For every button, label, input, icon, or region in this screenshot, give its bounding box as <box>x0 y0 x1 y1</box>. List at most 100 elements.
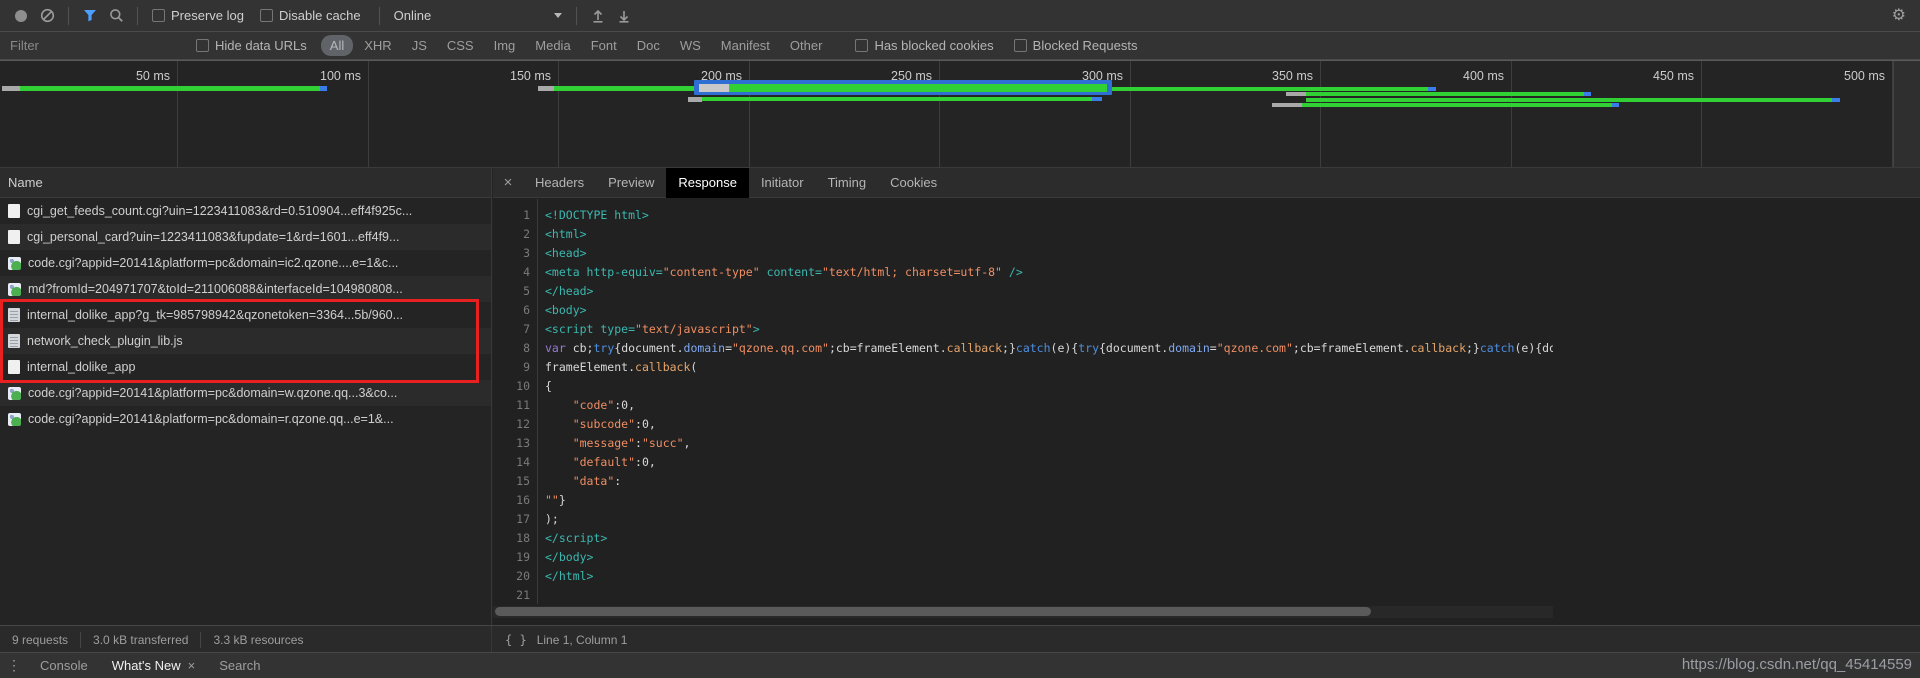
throttling-select[interactable]: Online <box>394 8 562 23</box>
filter-type-manifest[interactable]: Manifest <box>712 35 779 56</box>
blocked-requests-checkbox[interactable] <box>1014 39 1027 52</box>
horizontal-scrollbar[interactable] <box>493 606 1553 618</box>
code-token: "data" <box>573 474 615 488</box>
import-har-button[interactable] <box>585 3 611 29</box>
code-line: frameElement.callback( <box>545 358 1553 377</box>
code-token: { <box>545 379 552 393</box>
line-number: 4 <box>493 263 530 282</box>
export-har-button[interactable] <box>611 3 637 29</box>
code-line: "subcode":0, <box>545 415 1553 434</box>
preserve-log-checkbox[interactable] <box>152 9 165 22</box>
code-line: </script> <box>545 529 1553 548</box>
code-token: frameElement. <box>545 360 635 374</box>
doc-file-icon <box>8 204 20 218</box>
filter-type-doc[interactable]: Doc <box>628 35 669 56</box>
filter-type-font[interactable]: Font <box>582 35 626 56</box>
hide-data-urls-option[interactable]: Hide data URLs <box>196 38 307 53</box>
code-token: ;} <box>1002 341 1016 355</box>
timeline-gridline <box>1511 61 1512 168</box>
tab-response[interactable]: Response <box>666 168 749 198</box>
code-line: "data": <box>545 472 1553 491</box>
code-token: = <box>1210 341 1217 355</box>
tab-preview[interactable]: Preview <box>596 168 666 198</box>
response-source-viewer[interactable]: 123456789101112131415161718192021 <!DOCT… <box>493 199 1553 604</box>
filter-input[interactable] <box>10 38 170 53</box>
filter-type-other[interactable]: Other <box>781 35 832 56</box>
search-button[interactable] <box>103 3 129 29</box>
filter-type-js[interactable]: JS <box>403 35 436 56</box>
filter-type-ws[interactable]: WS <box>671 35 710 56</box>
preserve-log-option[interactable]: Preserve log <box>152 8 244 23</box>
timeline-gridline <box>939 61 940 168</box>
filter-type-media[interactable]: Media <box>526 35 579 56</box>
tab-cookies[interactable]: Cookies <box>878 168 949 198</box>
scrollbar-thumb[interactable] <box>495 607 1371 616</box>
waterfall-bar <box>729 84 1107 92</box>
code-token <box>545 474 573 488</box>
has-blocked-cookies-option[interactable]: Has blocked cookies <box>855 38 993 53</box>
code-token: </body> <box>545 550 593 564</box>
has-blocked-cookies-checkbox[interactable] <box>855 39 868 52</box>
request-name: network_check_plugin_lib.js <box>27 334 183 348</box>
table-row[interactable]: internal_dolike_app <box>0 354 491 380</box>
kebab-menu-icon[interactable]: ⋮ <box>0 657 28 674</box>
settings-gear-icon[interactable]: ⚙ <box>1892 7 1906 25</box>
record-button[interactable] <box>8 3 34 29</box>
line-number: 12 <box>493 415 530 434</box>
code-token <box>545 436 573 450</box>
network-overview-timeline[interactable]: 50 ms100 ms150 ms200 ms250 ms300 ms350 m… <box>0 60 1920 168</box>
drawer-tab-search[interactable]: Search <box>207 653 272 678</box>
code-token: "" <box>545 493 559 507</box>
table-row[interactable]: cgi_personal_card?uin=1223411083&fupdate… <box>0 224 491 250</box>
cursor-position: Line 1, Column 1 <box>537 633 628 647</box>
table-row[interactable]: code.cgi?appid=20141&platform=pc&domain=… <box>0 406 491 432</box>
code-token: callback <box>947 341 1002 355</box>
code-line: <script type="text/javascript"> <box>545 320 1553 339</box>
table-row[interactable]: network_check_plugin_lib.js <box>0 328 491 354</box>
network-summary: 9 requests3.0 kB transferred3.3 kB resou… <box>0 626 492 653</box>
code-token: {document. <box>614 341 683 355</box>
arrow-down-icon <box>617 9 631 23</box>
code-line: ); <box>545 510 1553 529</box>
blocked-requests-option[interactable]: Blocked Requests <box>1014 38 1138 53</box>
code-token: <html> <box>545 227 587 241</box>
drawer-tab-what-s-new[interactable]: What's New× <box>100 653 208 678</box>
network-filter-bar: Hide data URLs AllXHRJSCSSImgMediaFontDo… <box>0 32 1920 60</box>
tab-timing[interactable]: Timing <box>816 168 879 198</box>
code-token <box>545 455 573 469</box>
table-row[interactable]: cgi_get_feeds_count.cgi?uin=1223411083&r… <box>0 198 491 224</box>
filter-type-img[interactable]: Img <box>485 35 525 56</box>
overview-right-edge <box>1893 61 1920 168</box>
code-line: { <box>545 377 1553 396</box>
filter-type-css[interactable]: CSS <box>438 35 483 56</box>
close-icon[interactable]: × <box>188 658 196 673</box>
disable-cache-checkbox[interactable] <box>260 9 273 22</box>
code-token: (e){document. <box>1514 341 1553 355</box>
drawer-tabs: ConsoleWhat's New×Search <box>28 653 272 678</box>
tab-headers[interactable]: Headers <box>523 168 596 198</box>
table-row[interactable]: code.cgi?appid=20141&platform=pc&domain=… <box>0 380 491 406</box>
table-row[interactable]: code.cgi?appid=20141&platform=pc&domain=… <box>0 250 491 276</box>
code-token: ); <box>545 512 559 526</box>
close-icon[interactable]: × <box>493 174 523 191</box>
filter-type-all[interactable]: All <box>321 35 353 56</box>
doc-file-icon <box>8 360 20 374</box>
tab-initiator[interactable]: Initiator <box>749 168 816 198</box>
table-row[interactable]: md?fromId=204971707&toId=211006088&inter… <box>0 276 491 302</box>
code-token: "content-type" <box>663 265 760 279</box>
toolbar-separator <box>68 7 69 25</box>
timeline-tick-label: 500 ms <box>1844 69 1892 83</box>
filter-toggle-button[interactable] <box>77 3 103 29</box>
braces-icon[interactable]: { } <box>493 633 537 647</box>
drawer-tab-console[interactable]: Console <box>28 653 100 678</box>
summary-item-1: 3.0 kB transferred <box>81 632 201 648</box>
img-file-icon <box>8 387 21 400</box>
table-row[interactable]: internal_dolike_app?g_tk=985798942&qzone… <box>0 302 491 328</box>
name-column-header[interactable]: Name <box>0 168 491 198</box>
hide-data-urls-checkbox[interactable] <box>196 39 209 52</box>
waterfall-bar <box>1112 87 1430 91</box>
filter-type-xhr[interactable]: XHR <box>355 35 400 56</box>
disable-cache-option[interactable]: Disable cache <box>260 8 361 23</box>
gutter-divider <box>537 199 538 604</box>
clear-button[interactable] <box>34 3 60 29</box>
